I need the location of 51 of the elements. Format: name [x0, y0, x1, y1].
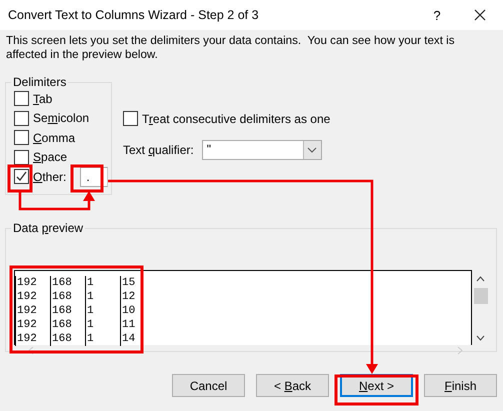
preview-cell: 168 — [50, 318, 85, 332]
text-qualifier-dropdown[interactable]: " — [202, 140, 322, 160]
preview-cell: 10 — [120, 304, 155, 318]
preview-cell: 11 — [120, 318, 155, 332]
preview-cell: 192 — [15, 290, 50, 304]
preview-cell: 192 — [15, 276, 50, 290]
help-button[interactable]: ? — [417, 0, 457, 30]
preview-cell: 12 — [120, 290, 155, 304]
preview-cell: 1 — [85, 332, 120, 346]
scroll-thumb[interactable] — [474, 288, 488, 304]
preview-cell: 14 — [120, 332, 155, 346]
preview-cell: 168 — [50, 332, 85, 346]
preview-cell: 1 — [85, 318, 120, 332]
checkbox-label: Comma — [33, 130, 76, 145]
text-qualifier-label: Text qualifier: — [123, 142, 194, 156]
scroll-down-icon — [476, 335, 485, 341]
group-title: Delimiters — [11, 75, 68, 89]
chevron-down-icon — [307, 146, 318, 152]
window-title: Convert Text to Columns Wizard - Step 2 of 3 — [8, 8, 260, 22]
dialog-button[interactable]: Cancel — [172, 374, 245, 397]
preview-cell: 15 — [120, 276, 155, 290]
preview-cell: 1 — [85, 290, 120, 304]
checkbox[interactable] — [14, 130, 29, 146]
preview-cell: 168 — [50, 276, 85, 290]
preview-cell: 168 — [50, 290, 85, 304]
checkbox[interactable] — [14, 91, 29, 106]
dialog-button[interactable]: < Back — [256, 374, 329, 397]
group-title: Data preview — [11, 221, 86, 235]
scroll-right-icon — [457, 346, 463, 355]
highlight-box — [70, 164, 104, 192]
instructions-text: This screen lets you set the delimiters your data contains. You can see how your text is affected in the preview below. — [6, 34, 456, 62]
scroll-up-icon — [476, 276, 485, 282]
scroll-left-icon — [28, 346, 34, 355]
close-icon — [474, 9, 486, 21]
checkbox[interactable] — [14, 169, 29, 184]
preview-cell: 192 — [15, 304, 50, 318]
dialog-button[interactable]: Finish — [424, 374, 497, 397]
checkbox-label: Other: — [33, 170, 66, 184]
preview-cell: 168 — [50, 304, 85, 318]
checkbox[interactable] — [14, 110, 29, 126]
checkbox-label: Space — [33, 150, 68, 164]
checkbox[interactable] — [14, 150, 29, 165]
preview-cell: 1 — [85, 304, 120, 318]
checkbox-label: Semicolon — [33, 111, 90, 126]
checkbox-label: Tab — [33, 92, 52, 106]
highlight-box — [8, 164, 32, 192]
preview-cell: 1 — [85, 276, 120, 290]
preview-cell: 192 — [15, 332, 50, 346]
checkbox-label: Treat consecutive delimiters as one — [142, 112, 330, 126]
preview-cell: 192 — [15, 318, 50, 332]
checkbox[interactable] — [123, 111, 138, 126]
